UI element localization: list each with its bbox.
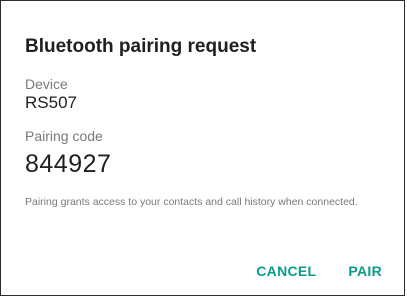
bluetooth-pairing-dialog: Bluetooth pairing request Device RS507 P…	[0, 0, 405, 296]
pair-button[interactable]: PAIR	[348, 263, 382, 279]
dialog-actions: CANCEL PAIR	[256, 263, 382, 279]
device-name: RS507	[25, 93, 77, 112]
dialog-title: Bluetooth pairing request	[25, 36, 257, 57]
pairing-message: Pairing grants access to your contacts a…	[25, 196, 358, 208]
device-label: Device	[25, 76, 68, 92]
cancel-button[interactable]: CANCEL	[256, 263, 316, 279]
pairing-code-label: Pairing code	[25, 128, 103, 144]
pairing-code-value: 844927	[25, 150, 112, 178]
